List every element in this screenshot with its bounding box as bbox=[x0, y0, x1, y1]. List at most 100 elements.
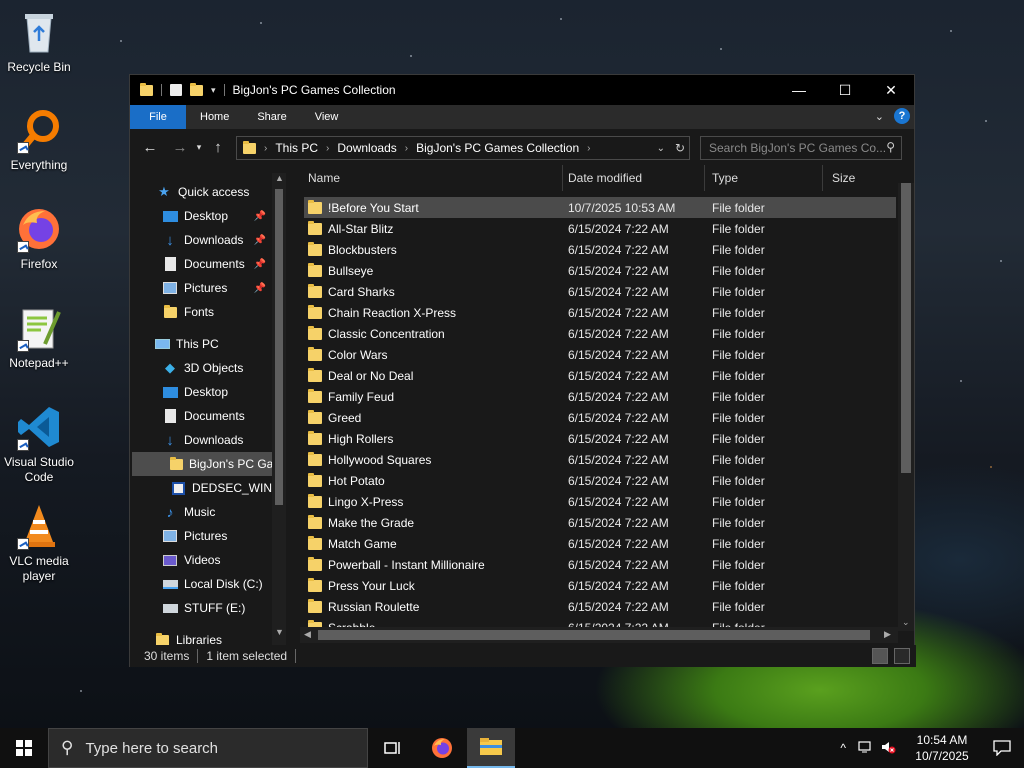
start-button[interactable] bbox=[0, 728, 48, 768]
file-row[interactable]: Bullseye 6/15/2024 7:22 AM File folder bbox=[304, 260, 896, 281]
breadcrumb-downloads[interactable]: Downloads bbox=[337, 141, 396, 155]
volume-muted-icon[interactable] bbox=[880, 740, 896, 757]
nav-quick-pictures[interactable]: Pictures 📌 bbox=[162, 276, 270, 300]
tab-home[interactable]: Home bbox=[186, 105, 243, 129]
address-dropdown-icon[interactable]: ⌄ bbox=[657, 143, 665, 154]
task-view-button[interactable] bbox=[368, 728, 416, 768]
title-bar[interactable]: ▾ BigJon's PC Games Collection — ☐ ✕ bbox=[130, 75, 914, 105]
file-row[interactable]: Color Wars 6/15/2024 7:22 AM File folder bbox=[304, 344, 896, 365]
nav-desktop[interactable]: Desktop bbox=[162, 380, 228, 404]
close-button[interactable]: ✕ bbox=[868, 75, 914, 105]
file-row[interactable]: Lingo X-Press 6/15/2024 7:22 AM File folde… bbox=[304, 491, 896, 512]
show-hidden-icons-icon[interactable]: ^ bbox=[840, 741, 846, 755]
nav-scrollbar[interactable]: ▲ ▼ bbox=[272, 173, 286, 645]
maximize-button[interactable]: ☐ bbox=[822, 75, 868, 105]
pin-icon[interactable]: 📌 bbox=[254, 283, 266, 294]
file-row[interactable]: All-Star Blitz 6/15/2024 7:22 AM File fold… bbox=[304, 218, 896, 239]
scroll-down-arrow-icon[interactable]: ▼ bbox=[275, 627, 284, 637]
scroll-thumb[interactable] bbox=[901, 183, 911, 473]
file-row[interactable]: !Before You Start 10/7/2025 10:53 AM File … bbox=[304, 197, 896, 218]
pin-icon[interactable]: 📌 bbox=[254, 211, 266, 222]
column-divider[interactable] bbox=[822, 165, 823, 191]
notifications-icon[interactable] bbox=[980, 740, 1024, 756]
large-icons-view-button[interactable] bbox=[894, 648, 910, 664]
tab-view[interactable]: View bbox=[301, 105, 353, 129]
desktop-icon-notepad-plus-plus[interactable]: Notepad++ bbox=[0, 304, 78, 371]
clock[interactable]: 10:54 AM 10/7/2025 bbox=[904, 732, 980, 764]
file-row[interactable]: Powerball - Instant Millionaire 6/15/2024… bbox=[304, 554, 896, 575]
file-row[interactable]: Greed 6/15/2024 7:22 AM File folder bbox=[304, 407, 896, 428]
nav-quick-downloads[interactable]: ↓ Downloads 📌 bbox=[162, 228, 270, 252]
breadcrumb-this-pc[interactable]: This PC bbox=[275, 141, 318, 155]
navigation-pane[interactable]: ★ Quick access Desktop 📌 ↓ Downloads 📌 D… bbox=[130, 165, 288, 645]
desktop-icon-recycle-bin[interactable]: Recycle Bin bbox=[0, 8, 78, 75]
help-icon[interactable]: ? bbox=[894, 108, 910, 124]
scroll-down-arrow-icon[interactable]: ⌄ bbox=[902, 617, 910, 628]
details-view-button[interactable] bbox=[872, 648, 888, 664]
breadcrumb-separator[interactable]: › bbox=[405, 143, 408, 154]
file-row[interactable]: Match Game 6/15/2024 7:22 AM File folder bbox=[304, 533, 896, 554]
desktop-icon-everything[interactable]: Everything bbox=[0, 106, 78, 173]
nav-documents[interactable]: Documents bbox=[162, 404, 245, 428]
desktop-icon-vscode[interactable]: Visual Studio Code bbox=[0, 403, 78, 485]
nav-libraries[interactable]: Libraries bbox=[154, 628, 222, 645]
column-divider[interactable] bbox=[562, 165, 563, 191]
scroll-up-arrow-icon[interactable]: ▲ bbox=[275, 173, 284, 183]
forward-button[interactable]: → bbox=[168, 139, 192, 156]
file-row[interactable]: Family Feud 6/15/2024 7:22 AM File folder bbox=[304, 386, 896, 407]
file-row[interactable]: High Rollers 6/15/2024 7:22 AM File folder bbox=[304, 428, 896, 449]
nav-music[interactable]: ♪ Music bbox=[162, 500, 216, 524]
file-explorer-window[interactable]: ▾ BigJon's PC Games Collection — ☐ ✕ Fil… bbox=[129, 74, 916, 667]
taskbar-search-input[interactable]: ⚲ Type here to search bbox=[48, 728, 368, 768]
pin-icon[interactable]: 📌 bbox=[254, 235, 266, 246]
minimize-button[interactable]: — bbox=[776, 75, 822, 105]
nav-quick-fonts[interactable]: Fonts bbox=[162, 300, 214, 324]
expand-ribbon-icon[interactable]: ⌄ bbox=[875, 110, 884, 123]
file-row[interactable]: Blockbusters 6/15/2024 7:22 AM File folder bbox=[304, 239, 896, 260]
file-list[interactable]: Name ^ Date modified Type Size !Before Yo… bbox=[300, 165, 916, 645]
scroll-thumb[interactable] bbox=[275, 189, 283, 505]
file-row[interactable]: Card Sharks 6/15/2024 7:22 AM File folder bbox=[304, 281, 896, 302]
search-input[interactable]: Search BigJon's PC Games Co... ⚲ bbox=[700, 136, 902, 160]
column-header-name[interactable]: Name ^ bbox=[308, 165, 560, 191]
taskbar-firefox[interactable] bbox=[418, 728, 466, 768]
file-list-vertical-scrollbar[interactable]: ⌄ bbox=[898, 183, 914, 631]
nav-local-disk-c[interactable]: Local Disk (C:) bbox=[162, 572, 263, 596]
column-header-size[interactable]: Size bbox=[832, 165, 892, 191]
tab-file[interactable]: File bbox=[130, 105, 186, 129]
pin-icon[interactable]: 📌 bbox=[254, 259, 266, 270]
nav-pictures[interactable]: Pictures bbox=[162, 524, 227, 548]
desktop-icon-firefox[interactable]: Firefox bbox=[0, 205, 78, 272]
nav-downloads[interactable]: ↓ Downloads bbox=[162, 428, 243, 452]
nav-current-folder[interactable]: BigJon's PC Ga bbox=[132, 452, 273, 476]
nav-3d-objects[interactable]: ◆ 3D Objects bbox=[162, 356, 243, 380]
customize-toolbar-icon[interactable]: ▾ bbox=[211, 85, 216, 96]
breadcrumb-current-folder[interactable]: BigJon's PC Games Collection bbox=[416, 141, 579, 155]
scroll-right-arrow-icon[interactable]: ▶ bbox=[884, 629, 891, 640]
nav-quick-access[interactable]: ★ Quick access bbox=[156, 180, 249, 204]
column-divider[interactable] bbox=[704, 165, 705, 191]
file-row[interactable]: Hot Potato 6/15/2024 7:22 AM File folder bbox=[304, 470, 896, 491]
nav-quick-desktop[interactable]: Desktop 📌 bbox=[162, 204, 270, 228]
recent-locations-button[interactable]: ▾ bbox=[192, 142, 206, 153]
breadcrumb-separator[interactable]: › bbox=[587, 143, 590, 154]
column-header-type[interactable]: Type bbox=[712, 165, 812, 191]
file-row[interactable]: Chain Reaction X-Press 6/15/2024 7:22 AM F… bbox=[304, 302, 896, 323]
nav-videos[interactable]: Videos bbox=[162, 548, 220, 572]
taskbar-file-explorer[interactable] bbox=[467, 728, 515, 768]
back-button[interactable]: ← bbox=[138, 139, 162, 156]
address-bar[interactable]: › This PC › Downloads › BigJon's PC Game… bbox=[236, 136, 690, 160]
file-list-horizontal-scrollbar[interactable]: ◀ ▶ bbox=[300, 627, 898, 643]
file-row[interactable]: Deal or No Deal 6/15/2024 7:22 AM File fol… bbox=[304, 365, 896, 386]
tab-share[interactable]: Share bbox=[243, 105, 300, 129]
properties-icon[interactable] bbox=[170, 84, 182, 96]
scroll-left-arrow-icon[interactable]: ◀ bbox=[304, 629, 311, 640]
file-row[interactable]: Make the Grade 6/15/2024 7:22 AM File fold… bbox=[304, 512, 896, 533]
breadcrumb-separator[interactable]: › bbox=[264, 143, 267, 154]
refresh-icon[interactable]: ↻ bbox=[675, 141, 685, 155]
column-header-date[interactable]: Date modified bbox=[568, 165, 698, 191]
scroll-thumb[interactable] bbox=[318, 630, 870, 640]
nav-quick-documents[interactable]: Documents 📌 bbox=[162, 252, 270, 276]
new-folder-icon[interactable] bbox=[190, 82, 203, 96]
file-row[interactable]: Hollywood Squares 6/15/2024 7:22 AM File f… bbox=[304, 449, 896, 470]
